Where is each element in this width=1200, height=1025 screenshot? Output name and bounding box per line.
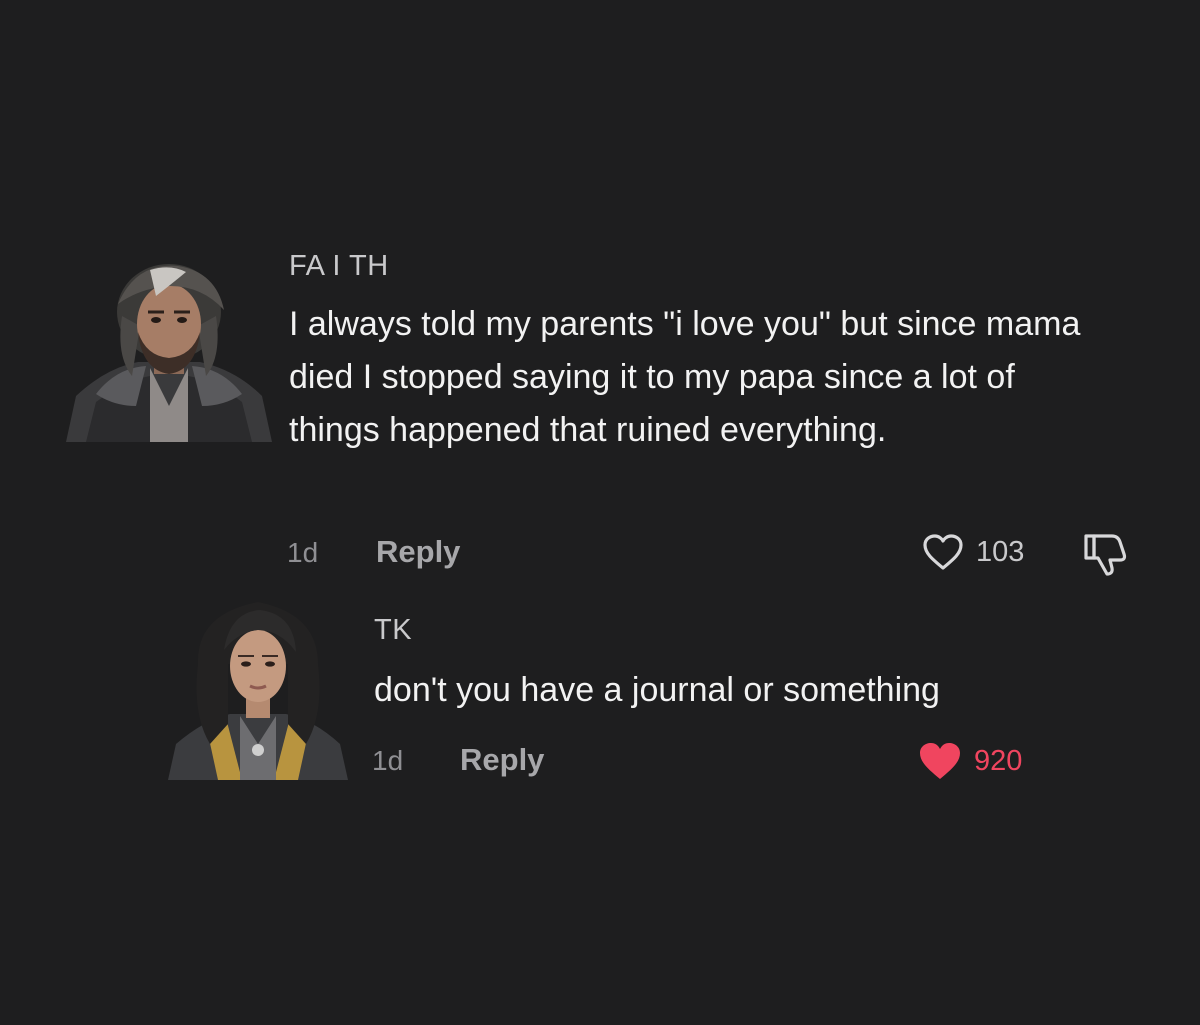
like-button[interactable]: 920: [918, 741, 1022, 781]
comment-text: don't you have a journal or something: [374, 671, 940, 709]
avatar[interactable]: [168, 594, 348, 780]
comment-item: TK don't you have a journal or something…: [0, 0, 1200, 800]
comment-timestamp: 1d: [372, 745, 404, 776]
comments-panel: FA I TH I always told my parents "i love…: [0, 0, 1200, 1025]
reply-button[interactable]: Reply: [460, 742, 544, 778]
like-count: 920: [974, 744, 1023, 777]
comment-username[interactable]: TK: [374, 614, 412, 647]
heart-filled-icon: [918, 741, 962, 781]
